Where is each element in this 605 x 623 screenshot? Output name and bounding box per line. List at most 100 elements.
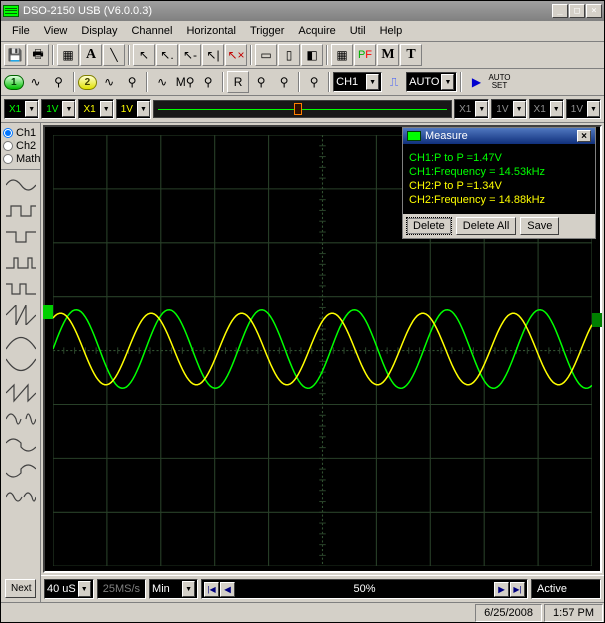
ref1-probe-select[interactable]: X1▼ (454, 99, 489, 119)
trigger-mode-select[interactable]: AUTO ▼ (406, 72, 457, 92)
r-button[interactable]: R (227, 71, 249, 93)
left-panel: Ch1 Ch2 Math Next (1, 123, 41, 602)
t-button[interactable]: T (400, 44, 422, 66)
scroll-left-icon[interactable]: ◀ (220, 582, 235, 597)
channel-select-value: CH1 (336, 76, 364, 88)
m-button[interactable]: M (377, 44, 399, 66)
line-tool-icon[interactable]: ╲ (103, 44, 125, 66)
folder-icon[interactable]: ▦ (57, 44, 79, 66)
ch2-vdiv-select[interactable]: 1V▼ (116, 99, 151, 119)
menu-view[interactable]: View (37, 23, 75, 39)
wave-shape-3[interactable] (4, 250, 38, 276)
ch1-wave-icon[interactable]: ∿ (25, 71, 47, 93)
menu-help[interactable]: Help (373, 23, 410, 39)
menu-file[interactable]: File (5, 23, 37, 39)
rect3-tool-icon[interactable]: ◧ (301, 44, 323, 66)
ref2-probe-select[interactable]: X1▼ (529, 99, 564, 119)
zoom-icon[interactable]: ⚲ (197, 71, 219, 93)
zoom3-icon[interactable]: ⚲ (273, 71, 295, 93)
math-wave-icon[interactable]: ∿ (151, 71, 173, 93)
channel-select[interactable]: CH1 ▼ (333, 72, 382, 92)
waveform-shape-list (1, 170, 40, 575)
menu-channel[interactable]: Channel (124, 23, 179, 39)
print-icon[interactable]: 🖶 (27, 44, 49, 66)
wave-shape-5[interactable] (4, 302, 38, 328)
save-icon[interactable]: 💾 (4, 44, 26, 66)
rect-tool-icon[interactable]: ▭ (255, 44, 277, 66)
ch2-zoom-icon[interactable]: ⚲ (121, 71, 143, 93)
acquire-min-select[interactable]: Min ▼ (149, 579, 198, 599)
wave-shape-1[interactable] (4, 198, 38, 224)
measure-titlebar[interactable]: Measure × (403, 128, 595, 144)
text-tool-icon[interactable]: A (80, 44, 102, 66)
ch2-radio[interactable]: Ch2 (3, 140, 38, 152)
wave-shape-4[interactable] (4, 276, 38, 302)
cursor-none-icon[interactable]: ↖× (225, 44, 247, 66)
edge-rise-icon[interactable]: ⎍ (383, 71, 405, 93)
menu-trigger[interactable]: Trigger (243, 23, 291, 39)
maximize-button[interactable]: □ (569, 4, 585, 18)
cursor-vert-icon[interactable]: ↖| (202, 44, 224, 66)
wave-shape-12[interactable] (4, 484, 38, 510)
horizontal-scrollbar[interactable]: |◀ ◀ 50% ▶ ▶| (201, 579, 528, 599)
wave-shape-10[interactable] (4, 432, 38, 458)
timebase-value: 40 uS (47, 583, 76, 595)
cursor-horiz-icon[interactable]: ↖- (179, 44, 201, 66)
ch1-probe-select[interactable]: X1▼ (4, 99, 39, 119)
close-button[interactable]: × (586, 4, 602, 18)
cursor-cross-icon[interactable]: ↖. (156, 44, 178, 66)
measure-close-button[interactable]: × (577, 130, 591, 142)
wave-shape-7[interactable] (4, 354, 38, 380)
menu-display[interactable]: Display (74, 23, 124, 39)
next-button[interactable]: Next (5, 579, 36, 598)
ch2-pill[interactable]: 2 (78, 75, 98, 90)
wave-shape-0[interactable] (4, 172, 38, 198)
zoom2-icon[interactable]: ⚲ (250, 71, 272, 93)
rect2-tool-icon[interactable]: ▯ (278, 44, 300, 66)
math-radio[interactable]: Math (3, 153, 38, 165)
dropdown-arrow-icon: ▼ (78, 581, 91, 597)
ch-level-marker-left[interactable] (43, 305, 53, 319)
ref1-vdiv-select[interactable]: 1V▼ (491, 99, 526, 119)
trigger-position-bar[interactable] (153, 100, 452, 118)
timebase-select[interactable]: 40 uS ▼ (44, 579, 94, 599)
measure-ch1-freq: CH1:Frequency = 14.53kHz (409, 166, 589, 178)
ch2-wave-icon[interactable]: ∿ (98, 71, 120, 93)
trigger-marker-icon[interactable] (294, 103, 302, 115)
ch2-probe-select[interactable]: X1▼ (78, 99, 113, 119)
menu-bar: FileViewDisplayChannelHorizontalTriggerA… (1, 21, 604, 42)
scroll-right-icon[interactable]: ▶ (494, 582, 509, 597)
menu-horizontal[interactable]: Horizontal (179, 23, 243, 39)
zoom-m-icon[interactable]: M⚲ (174, 71, 196, 93)
measure-delete-all-button[interactable]: Delete All (456, 217, 516, 235)
ch1-radio[interactable]: Ch1 (3, 127, 38, 139)
chart-icon[interactable]: ▦ (331, 44, 353, 66)
ch-level-marker-right[interactable] (592, 313, 602, 327)
passfail-icon[interactable]: PF (354, 44, 376, 66)
menu-acquire[interactable]: Acquire (291, 23, 342, 39)
play-icon[interactable]: ▶ (465, 71, 487, 93)
wave-shape-8[interactable] (4, 380, 38, 406)
wave-shape-2[interactable] (4, 224, 38, 250)
ref2-vdiv-select[interactable]: 1V▼ (566, 99, 601, 119)
oscilloscope-display[interactable]: Measure × CH1:P to P =1.47V CH1:Frequenc… (43, 125, 602, 573)
scroll-percent: 50% (236, 583, 493, 595)
toolbar-main: 💾 🖶 ▦ A ╲ ↖ ↖. ↖- ↖| ↖× ▭ ▯ ◧ ▦ PF M T (1, 42, 604, 69)
scroll-first-icon[interactable]: |◀ (204, 582, 219, 597)
ch1-pill[interactable]: 1 (4, 75, 24, 90)
menu-util[interactable]: Util (343, 23, 373, 39)
app-icon (3, 5, 19, 17)
ch1-vdiv-select[interactable]: 1V▼ (41, 99, 76, 119)
zoom4-icon[interactable]: ⚲ (303, 71, 325, 93)
measure-save-button[interactable]: Save (520, 217, 559, 235)
wave-shape-11[interactable] (4, 458, 38, 484)
measure-delete-button[interactable]: Delete (406, 217, 452, 235)
cursor-default-icon[interactable]: ↖ (133, 44, 155, 66)
wave-shape-9[interactable] (4, 406, 38, 432)
ch1-zoom-icon[interactable]: ⚲ (48, 71, 70, 93)
auto-set-button[interactable]: AUTOSET (488, 71, 510, 93)
measure-ch1-pp: CH1:P to P =1.47V (409, 152, 589, 164)
scroll-last-icon[interactable]: ▶| (510, 582, 525, 597)
wave-shape-6[interactable] (4, 328, 38, 354)
minimize-button[interactable]: _ (552, 4, 568, 18)
